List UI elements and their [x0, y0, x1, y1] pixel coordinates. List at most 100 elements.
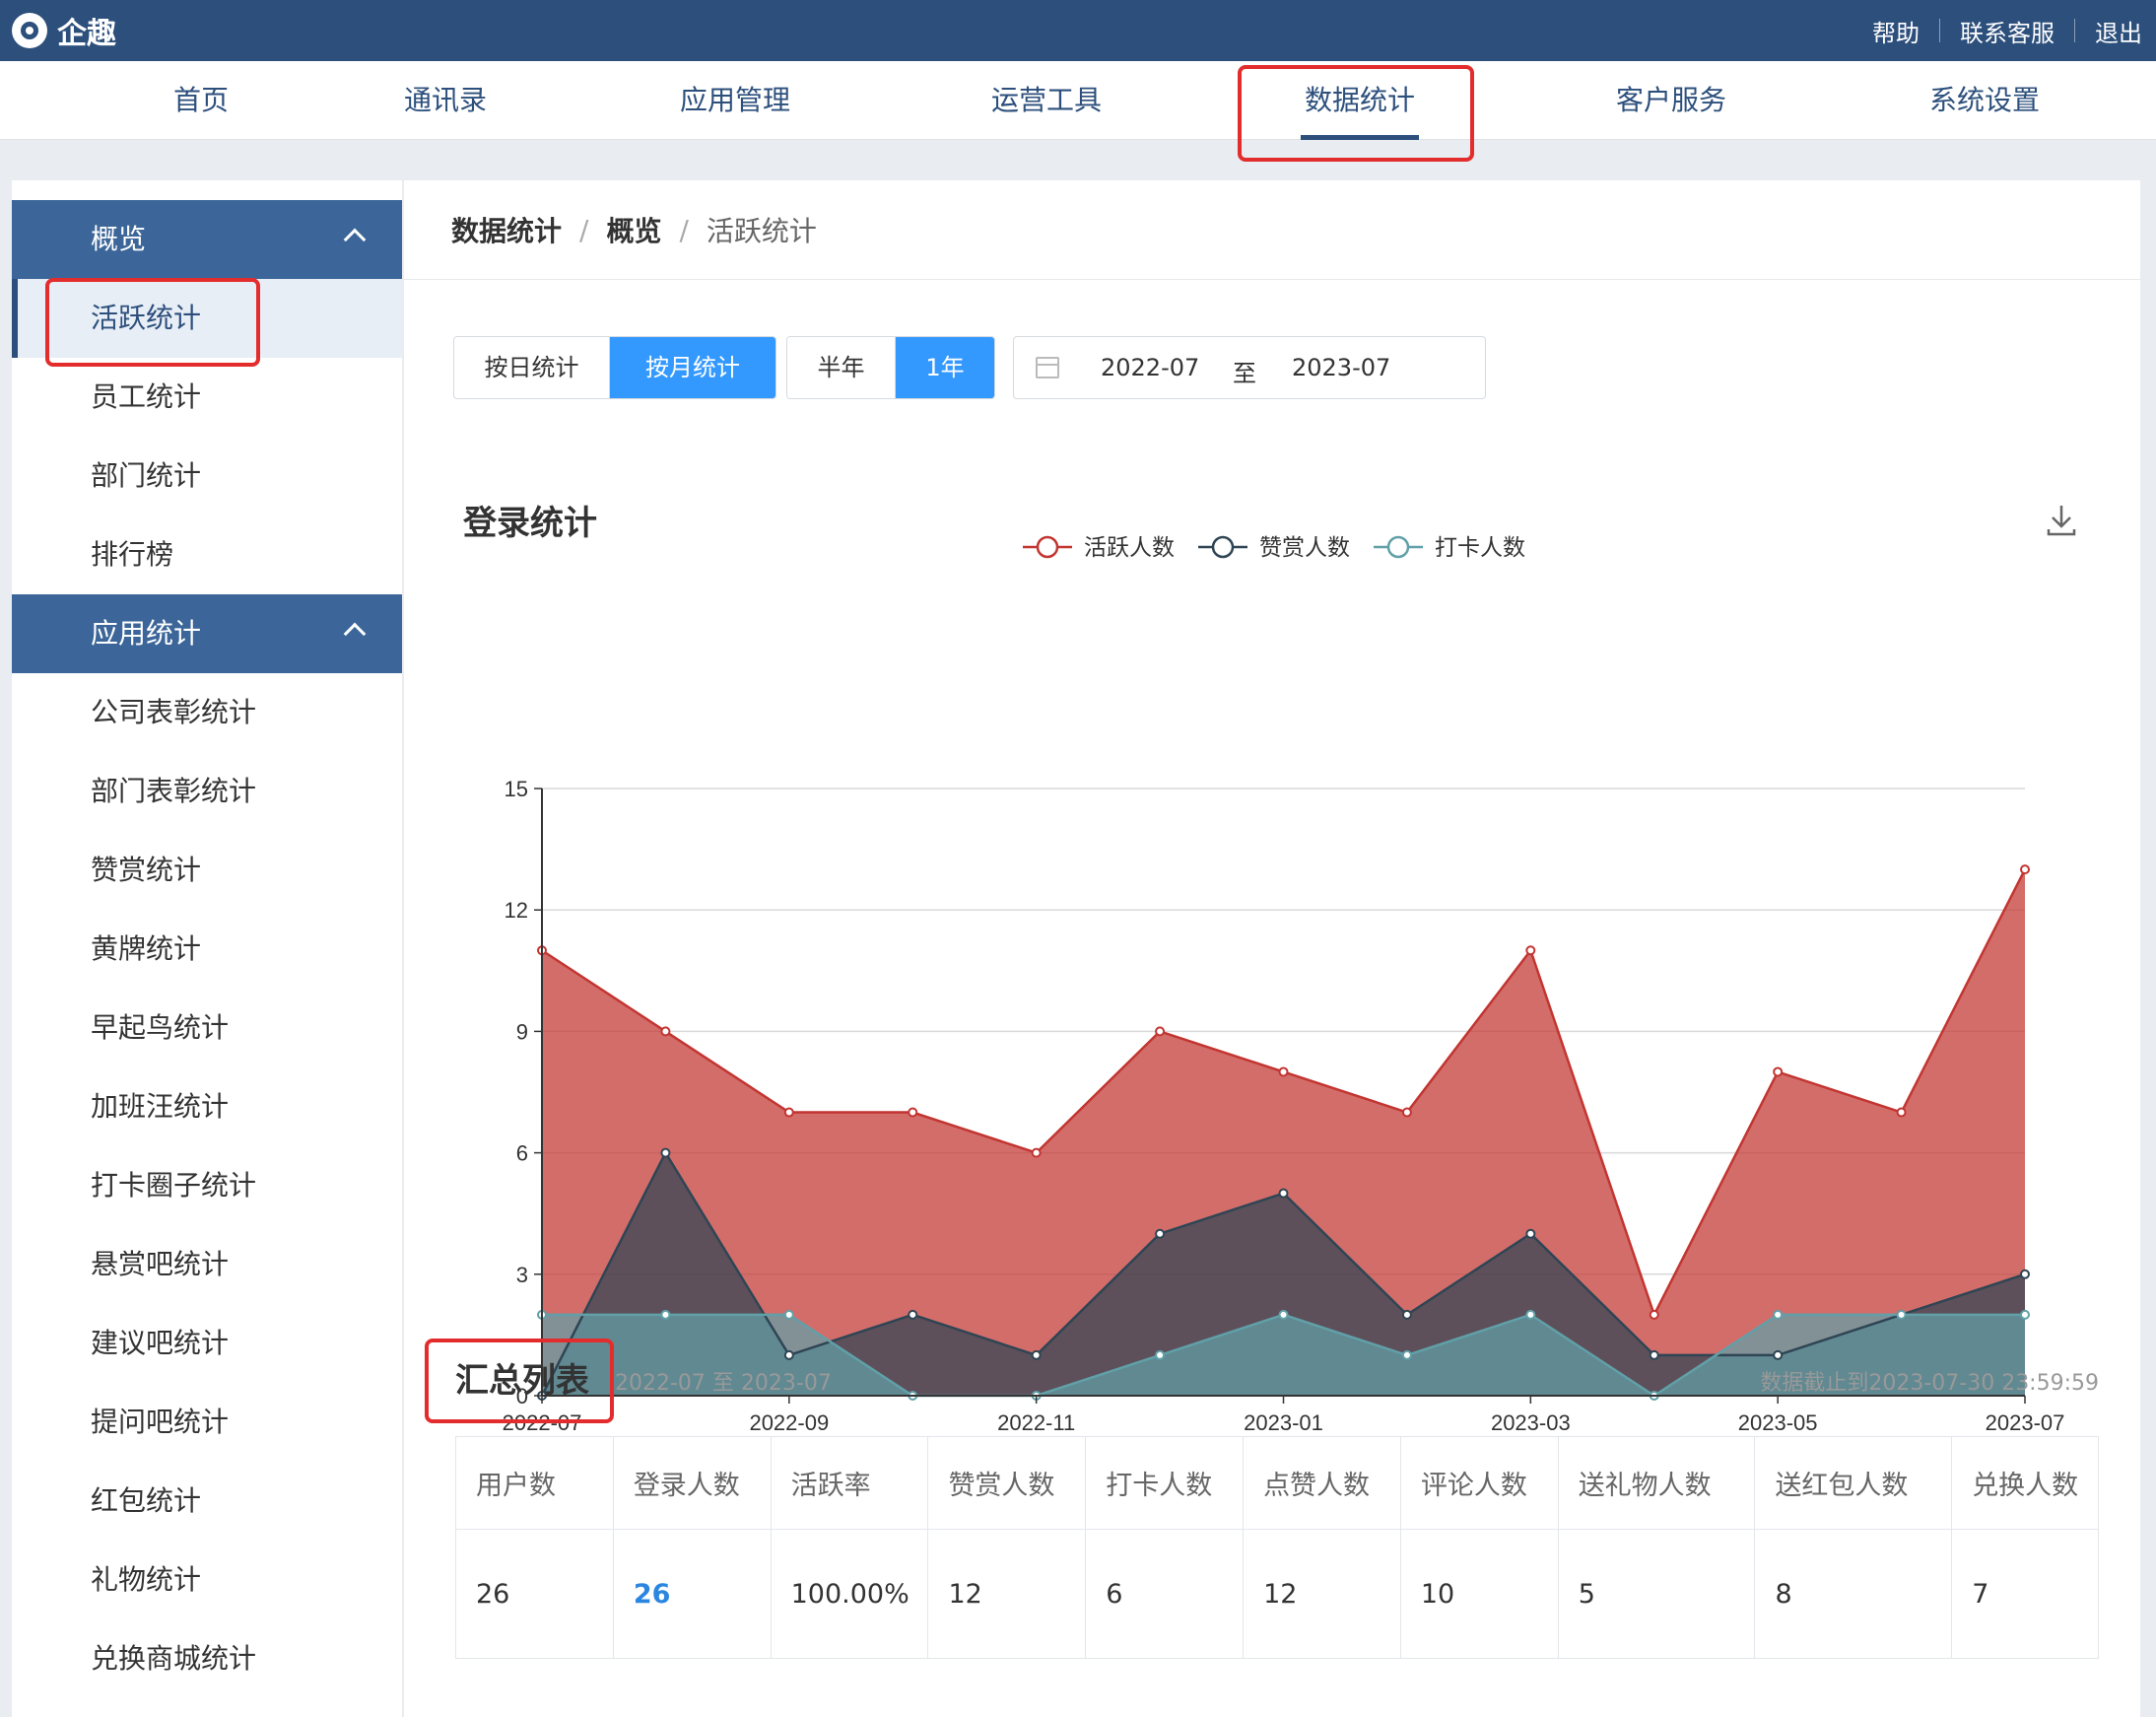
nav-system-settings[interactable]: 系统设置 — [1886, 61, 2083, 140]
data-point — [2020, 1269, 2030, 1279]
table-cell: 7 — [1972, 1578, 1989, 1610]
sidebar-item-gift[interactable]: 礼物统计 — [12, 1541, 402, 1619]
breadcrumb-item[interactable]: 概览 — [606, 210, 661, 249]
date-range-separator: 至 — [1233, 360, 1256, 387]
table-cell: 8 — [1755, 1530, 1953, 1658]
chevron-up-icon — [343, 228, 367, 251]
sidebar-group-label: 应用统计 — [91, 617, 202, 650]
table-cell: 12 — [1244, 1530, 1401, 1658]
data-point — [1401, 1107, 1412, 1118]
data-point — [1525, 1309, 1536, 1320]
logo-icon — [12, 13, 47, 48]
data-point — [1649, 1309, 1659, 1320]
data-point — [908, 1309, 918, 1320]
table-header-cell: 评论人数 — [1401, 1437, 1559, 1529]
table-header-cell: 活跃率 — [772, 1437, 929, 1529]
y-tick-label: 12 — [505, 898, 528, 923]
date-start[interactable]: 2022-07 — [1101, 354, 1199, 381]
x-tick-label: 2023-07 — [1986, 1410, 2065, 1435]
data-point — [1649, 1349, 1659, 1360]
sidebar-item-leaderboard[interactable]: 排行榜 — [12, 515, 402, 594]
summary-title: 汇总列表 — [455, 1361, 589, 1401]
data-point — [1155, 1026, 1166, 1037]
legend-label: 赞赏人数 — [1259, 534, 1350, 560]
nav-operation-tools[interactable]: 运营工具 — [948, 61, 1145, 140]
top-link-divider — [1939, 19, 1940, 42]
login-count-link[interactable]: 26 — [614, 1530, 772, 1658]
nav-app-management[interactable]: 应用管理 — [637, 61, 834, 140]
summary-range: 2022-07 至 2023-07 — [615, 1371, 832, 1396]
sidebar-item-department-commendation[interactable]: 部门表彰统计 — [12, 752, 402, 831]
legend-label: 活跃人数 — [1084, 534, 1175, 560]
main-nav: 首页 通讯录 应用管理 运营工具 数据统计 客户服务 系统设置 — [0, 61, 2156, 140]
data-point — [1278, 1188, 1289, 1199]
nav-contacts[interactable]: 通讯录 — [347, 61, 544, 140]
legend-marker — [1386, 535, 1410, 559]
data-point — [2020, 864, 2030, 875]
help-link[interactable]: 帮助 — [1872, 14, 1920, 48]
divider — [404, 279, 2140, 280]
data-point — [783, 1309, 794, 1320]
sidebar-group-overview[interactable]: 概览 — [12, 200, 402, 279]
x-tick-label: 2022-09 — [749, 1410, 829, 1435]
table-header-cell: 用户数 — [456, 1437, 614, 1529]
sidebar-item-overtime[interactable]: 加班汪统计 — [12, 1067, 402, 1146]
x-tick-label: 2023-03 — [1491, 1410, 1571, 1435]
sidebar-item-department-stats[interactable]: 部门统计 — [12, 437, 402, 515]
breadcrumb-separator: / — [679, 213, 689, 246]
stat-mode-toggle: 按日统计 按月统计 — [453, 336, 776, 399]
nav-data-statistics[interactable]: 数据统计 — [1261, 61, 1458, 140]
sidebar-item-question[interactable]: 提问吧统计 — [12, 1383, 402, 1462]
sidebar-item-red-packet[interactable]: 红包统计 — [12, 1462, 402, 1541]
sidebar-item-mall[interactable]: 兑换商城统计 — [12, 1619, 402, 1698]
sidebar-group-label: 概览 — [91, 223, 147, 255]
sidebar-group-app-stats[interactable]: 应用统计 — [12, 594, 402, 673]
logout-link[interactable]: 退出 — [2095, 14, 2142, 48]
x-tick-label: 2022-11 — [997, 1410, 1075, 1435]
table-cell: 5 — [1559, 1530, 1756, 1658]
sidebar-item-yellow-card[interactable]: 黄牌统计 — [12, 910, 402, 989]
y-tick-label: 15 — [505, 777, 528, 801]
table-cell: 6 — [1086, 1530, 1245, 1658]
one-year-button[interactable]: 1年 — [896, 337, 994, 398]
table-header-cell: 兑换人数 — [1972, 1471, 2079, 1501]
sidebar-item-bounty[interactable]: 悬赏吧统计 — [12, 1225, 402, 1304]
data-point — [1278, 1066, 1289, 1077]
data-point — [660, 1309, 671, 1320]
nav-home[interactable]: 首页 — [102, 61, 300, 140]
data-point — [1031, 1349, 1042, 1360]
date-end[interactable]: 2023-07 — [1292, 354, 1390, 381]
x-tick-label: 2023-01 — [1244, 1410, 1323, 1435]
x-tick-label: 2023-05 — [1738, 1410, 1818, 1435]
table-cell: 100.00% — [772, 1530, 929, 1658]
table-header-row: 用户数 登录人数 活跃率 赞赏人数 打卡人数 点赞人数 评论人数 送礼物人数 送红包人数 兑换人数 — [456, 1437, 2098, 1530]
sidebar: 概览 活跃统计 员工统计 部门统计 排行榜 应用统计 公司表彰统计 部门表彰统计… — [12, 180, 402, 1717]
app-logo[interactable]: 企趣 — [12, 11, 116, 51]
daily-stats-button[interactable]: 按日统计 — [454, 337, 610, 398]
breadcrumb-item[interactable]: 数据统计 — [451, 210, 562, 249]
app-name: 企趣 — [57, 17, 116, 51]
data-point — [1896, 1107, 1907, 1118]
contact-support-link[interactable]: 联系客服 — [1960, 14, 2055, 48]
sidebar-item-activity-stats[interactable]: 活跃统计 — [12, 279, 402, 358]
sidebar-item-checkin-circle[interactable]: 打卡圈子统计 — [12, 1146, 402, 1225]
table-row: 26 26 100.00% 12 6 12 10 5 8 7 — [456, 1530, 2098, 1658]
table-header-cell: 送礼物人数 — [1559, 1437, 1756, 1529]
sidebar-item-appreciation[interactable]: 赞赏统计 — [12, 831, 402, 910]
period-toggle: 半年 1年 — [786, 336, 995, 399]
summary-as-of: 数据截止到2023-07-30 23:59:59 — [1760, 1371, 2099, 1396]
data-point — [1525, 945, 1536, 956]
nav-customer-service[interactable]: 客户服务 — [1573, 61, 1770, 140]
sidebar-item-company-commendation[interactable]: 公司表彰统计 — [12, 673, 402, 752]
sidebar-item-suggestion[interactable]: 建议吧统计 — [12, 1304, 402, 1383]
legend-marker — [1211, 535, 1235, 559]
monthly-stats-button[interactable]: 按月统计 — [610, 337, 775, 398]
half-year-button[interactable]: 半年 — [787, 337, 896, 398]
y-tick-label: 3 — [516, 1263, 528, 1287]
data-point — [783, 1107, 794, 1118]
sidebar-item-employee-stats[interactable]: 员工统计 — [12, 358, 402, 437]
sidebar-item-early-bird[interactable]: 早起鸟统计 — [12, 989, 402, 1067]
table-header-cell: 送红包人数 — [1755, 1437, 1953, 1529]
date-range-picker[interactable]: 2022-07 至 2023-07 — [1013, 336, 1486, 399]
main-content: 数据统计 / 概览 / 活跃统计 按日统计 按月统计 半年 1年 2022-07… — [404, 180, 2140, 1717]
